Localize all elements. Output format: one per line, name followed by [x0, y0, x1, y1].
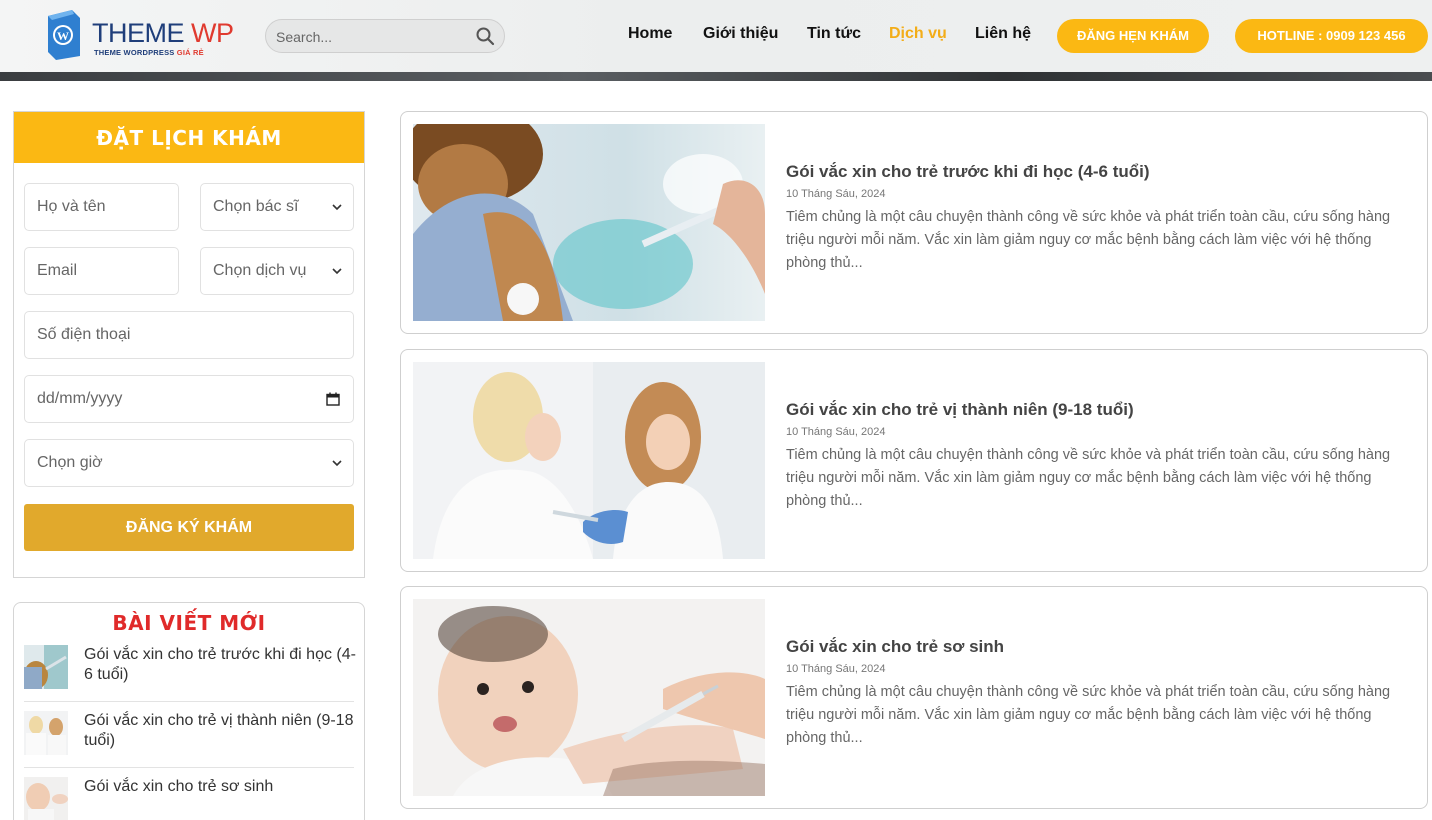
doctor-select[interactable]: Chọn bác sĩ	[200, 183, 354, 231]
divider	[24, 767, 354, 768]
svg-text:W: W	[57, 29, 69, 43]
logo-title: THEME WP	[92, 18, 234, 48]
post-date: 10 Tháng Sáu, 2024	[786, 426, 886, 438]
nav-about[interactable]: Giới thiệu	[703, 25, 778, 43]
post-card: Gói vắc xin cho trẻ sơ sinh 10 Tháng Sáu…	[400, 586, 1428, 809]
recent-post-title[interactable]: Gói vắc xin cho trẻ sơ sinh	[84, 777, 356, 797]
service-select-value: Chọn dịch vụ	[213, 262, 307, 279]
post-excerpt: Tiêm chủng là một câu chuyện thành công …	[786, 447, 1391, 509]
chevron-down-icon	[332, 460, 342, 467]
name-field[interactable]: Họ và tên	[24, 183, 179, 231]
nav-news[interactable]: Tin tức	[807, 25, 861, 43]
time-select-value: Chọn giờ	[37, 454, 103, 471]
phone-placeholder: Số điện thoại	[37, 326, 131, 343]
recent-posts-title: BÀI VIẾT MỚI	[112, 611, 266, 635]
booking-form-title: ĐẶT LỊCH KHÁM	[14, 112, 364, 163]
recent-post-thumbnail[interactable]	[24, 711, 68, 755]
post-image[interactable]	[413, 599, 765, 796]
chevron-down-icon	[332, 204, 342, 211]
hotline-button[interactable]: HOTLINE : 0909 123 456	[1235, 19, 1428, 53]
chevron-down-icon	[332, 268, 342, 275]
email-placeholder: Email	[37, 262, 78, 279]
header-banner-strip	[0, 72, 1432, 81]
email-field[interactable]: Email	[24, 247, 179, 295]
post-image[interactable]	[413, 124, 765, 321]
site-header: W THEME WP THEME WORDPRESS GIÁ RẺ Home G…	[0, 0, 1432, 72]
appointment-button[interactable]: ĐĂNG HẸN KHÁM	[1057, 19, 1209, 53]
post-excerpt: Tiêm chủng là một câu chuyện thành công …	[786, 684, 1391, 746]
post-date: 10 Tháng Sáu, 2024	[786, 663, 886, 675]
recent-posts: BÀI VIẾT MỚI Gói vắc xin cho trẻ trước k…	[13, 602, 365, 820]
nav-home[interactable]: Home	[628, 25, 672, 43]
service-select[interactable]: Chọn dịch vụ	[200, 247, 354, 295]
date-field[interactable]: dd/mm/yyyy	[24, 375, 354, 423]
search-input[interactable]	[276, 26, 466, 48]
doctor-select-value: Chọn bác sĩ	[213, 198, 299, 215]
recent-post-thumbnail[interactable]	[24, 645, 68, 689]
post-excerpt: Tiêm chủng là một câu chuyện thành công …	[786, 209, 1391, 271]
search-icon[interactable]	[475, 26, 495, 46]
post-title[interactable]: Gói vắc xin cho trẻ trước khi đi học (4-…	[786, 162, 1150, 182]
calendar-icon[interactable]	[326, 392, 340, 406]
post-image[interactable]	[413, 362, 765, 559]
recent-post-title[interactable]: Gói vắc xin cho trẻ trước khi đi học (4-…	[84, 645, 356, 685]
post-card: Gói vắc xin cho trẻ vị thành niên (9-18 …	[400, 349, 1428, 572]
submit-booking-button[interactable]: ĐĂNG KÝ KHÁM	[24, 504, 354, 551]
post-date: 10 Tháng Sáu, 2024	[786, 188, 886, 200]
phone-field[interactable]: Số điện thoại	[24, 311, 354, 359]
booking-form: ĐẶT LỊCH KHÁM Họ và tên Chọn bác sĩ Emai…	[13, 111, 365, 578]
recent-post-title[interactable]: Gói vắc xin cho trẻ vị thành niên (9-18 …	[84, 711, 356, 751]
post-title[interactable]: Gói vắc xin cho trẻ sơ sinh	[786, 637, 1004, 657]
name-placeholder: Họ và tên	[37, 198, 106, 215]
recent-post-item[interactable]: Gói vắc xin cho trẻ vị thành niên (9-18 …	[24, 711, 354, 777]
divider	[24, 701, 354, 702]
recent-post-item[interactable]: Gói vắc xin cho trẻ sơ sinh	[24, 777, 354, 820]
wordpress-logo-icon: W	[48, 10, 80, 60]
nav-services[interactable]: Dịch vụ	[889, 25, 947, 43]
nav-contact[interactable]: Liên hệ	[975, 25, 1031, 43]
date-placeholder: dd/mm/yyyy	[37, 390, 123, 407]
post-title[interactable]: Gói vắc xin cho trẻ vị thành niên (9-18 …	[786, 400, 1134, 420]
time-select[interactable]: Chọn giờ	[24, 439, 354, 487]
recent-post-item[interactable]: Gói vắc xin cho trẻ trước khi đi học (4-…	[24, 645, 356, 711]
search-box	[265, 19, 505, 53]
site-logo[interactable]: W THEME WP THEME WORDPRESS GIÁ RẺ	[44, 10, 244, 62]
recent-post-thumbnail[interactable]	[24, 777, 68, 820]
logo-subtitle: THEME WORDPRESS GIÁ RẺ	[94, 48, 204, 57]
post-card: Gói vắc xin cho trẻ trước khi đi học (4-…	[400, 111, 1428, 334]
